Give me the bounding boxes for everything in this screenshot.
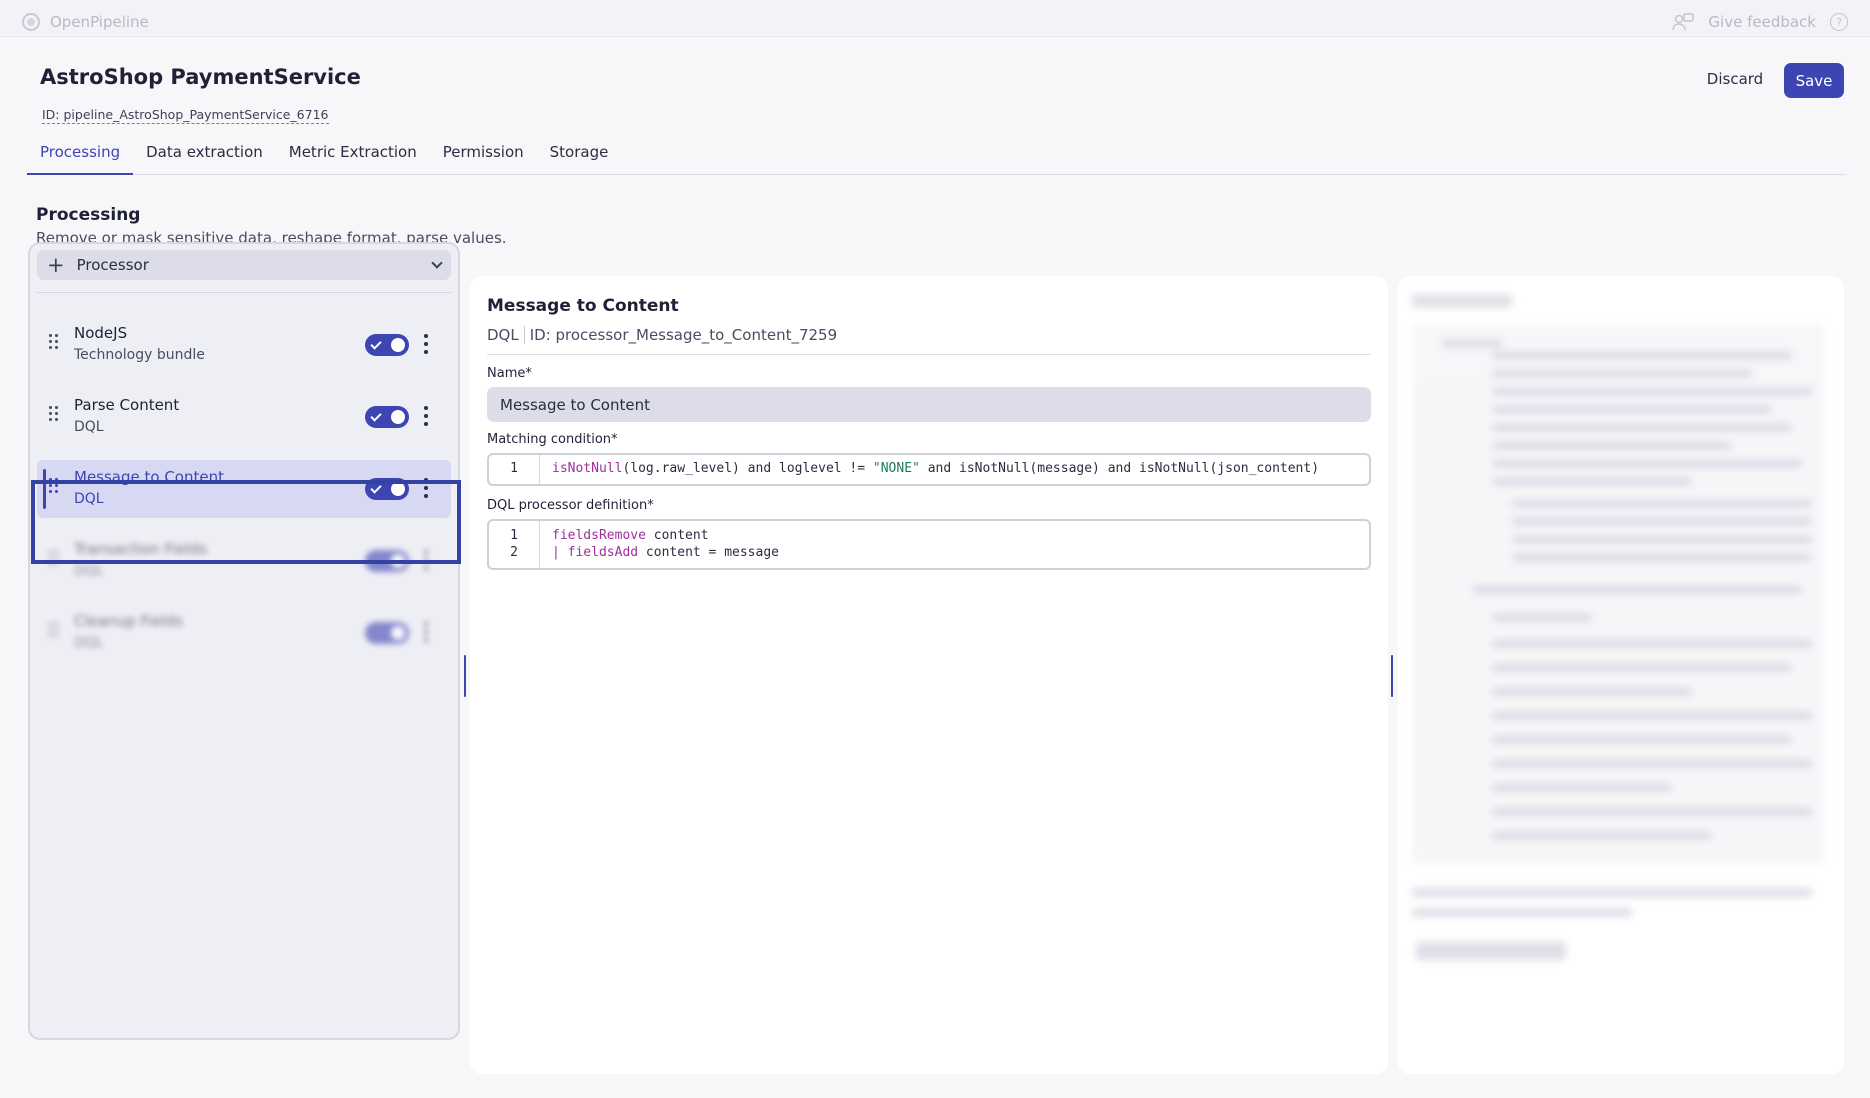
more-options-icon[interactable]	[423, 406, 429, 428]
feedback-icon[interactable]	[1672, 13, 1695, 31]
code-text: content = message	[638, 545, 779, 560]
processor-item-selected[interactable]: Message to Content DQL	[37, 460, 451, 518]
processor-type: DQL	[74, 491, 104, 507]
more-options-icon[interactable]	[423, 334, 429, 356]
tab-metric-extraction[interactable]: Metric Extraction	[276, 137, 430, 175]
code-line: 1 fieldsRemove content	[489, 528, 1369, 545]
selection-indicator	[43, 469, 46, 509]
more-options-icon[interactable]	[423, 622, 429, 644]
code-text: content	[645, 528, 709, 543]
detail-meta: DQL ID: processor_Message_to_Content_725…	[487, 326, 837, 344]
save-button[interactable]: Save	[1784, 63, 1844, 98]
drag-handle-icon[interactable]	[49, 550, 59, 568]
sample-preview-panel	[1398, 276, 1844, 1074]
section-title: Processing	[36, 205, 141, 225]
name-input[interactable]	[487, 387, 1371, 422]
line-number: 1	[510, 528, 518, 543]
processor-name: Message to Content	[74, 468, 224, 486]
processor-item[interactable]: Parse Content DQL	[37, 388, 451, 446]
preview-button-placeholder	[1416, 942, 1566, 960]
help-icon[interactable]: ?	[1830, 13, 1848, 31]
processor-type: Technology bundle	[74, 347, 205, 363]
divider	[37, 292, 451, 293]
preview-title-placeholder	[1412, 294, 1512, 308]
add-processor-label: Processor	[76, 256, 149, 274]
dql-definition-editor[interactable]: 1 fieldsRemove content 2 | fieldsAdd con…	[487, 519, 1371, 570]
processor-type: DQL	[74, 635, 104, 651]
matching-condition-editor[interactable]: 1 isNotNull(log.raw_level) and loglevel …	[487, 453, 1371, 486]
code-text: (log.raw_level) and loglevel !=	[622, 461, 873, 476]
divider	[487, 354, 1371, 355]
plus-icon: +	[47, 252, 65, 277]
tab-storage[interactable]: Storage	[537, 137, 622, 175]
tab-processing[interactable]: Processing	[27, 137, 134, 175]
resize-handle-left[interactable]	[464, 655, 466, 697]
dql-definition-label: DQL processor definition*	[487, 498, 654, 513]
preview-note-placeholder	[1412, 908, 1632, 917]
processor-kind: DQL	[487, 326, 519, 344]
meta-separator	[523, 326, 525, 344]
processor-name: NodeJS	[74, 324, 128, 342]
chevron-down-icon	[431, 257, 443, 269]
code-function: isNotNull	[552, 461, 623, 476]
enable-toggle[interactable]	[365, 550, 409, 572]
processor-name: Cleanup Fields	[74, 612, 183, 630]
processor-item[interactable]: NodeJS Technology bundle	[37, 316, 451, 374]
resize-handle-right[interactable]	[1391, 655, 1393, 697]
matching-condition-label: Matching condition*	[487, 432, 618, 447]
preview-code-placeholder	[1412, 324, 1824, 864]
code-text: and isNotNull(message) and isNotNull(jso…	[919, 461, 1320, 476]
code-line: 1 isNotNull(log.raw_level) and loglevel …	[489, 461, 1369, 478]
tab-permission[interactable]: Permission	[430, 137, 537, 175]
discard-button[interactable]: Discard	[1696, 62, 1774, 96]
give-feedback-link[interactable]: Give feedback	[1708, 13, 1816, 31]
add-processor-dropdown[interactable]: + Processor	[37, 250, 451, 280]
processor-detail-panel: Message to Content DQL ID: processor_Mes…	[470, 276, 1388, 1074]
enable-toggle[interactable]	[365, 478, 409, 500]
enable-toggle[interactable]	[365, 622, 409, 644]
drag-handle-icon[interactable]	[49, 334, 59, 352]
enable-toggle[interactable]	[365, 334, 409, 356]
detail-title: Message to Content	[487, 296, 679, 316]
preview-note-placeholder	[1412, 888, 1812, 897]
name-label: Name*	[487, 366, 532, 381]
processor-list-panel: + Processor NodeJS Technology bundle Par…	[28, 242, 460, 1040]
line-number: 1	[510, 461, 518, 476]
tab-data-extraction[interactable]: Data extraction	[133, 137, 276, 175]
app-logo-icon	[22, 13, 40, 31]
drag-handle-icon[interactable]	[49, 406, 59, 424]
processor-name: Parse Content	[74, 396, 180, 414]
page-title: AstroShop PaymentService	[40, 65, 361, 89]
enable-toggle[interactable]	[365, 406, 409, 428]
pipeline-id[interactable]: ID: pipeline_AstroShop_PaymentService_67…	[42, 107, 329, 124]
processor-name: Transaction Fields	[74, 540, 208, 558]
processor-type: DQL	[74, 419, 104, 435]
more-options-icon[interactable]	[423, 550, 429, 572]
code-keyword: fieldsAdd	[567, 545, 639, 560]
code-line: 2 | fieldsAdd content = message	[489, 545, 1369, 562]
tab-bar: Processing Data extraction Metric Extrac…	[27, 137, 1845, 175]
drag-handle-icon[interactable]	[49, 622, 59, 640]
processor-item[interactable]: Cleanup Fields DQL	[37, 604, 451, 662]
processor-type: DQL	[74, 563, 104, 579]
line-number: 2	[510, 545, 518, 560]
more-options-icon[interactable]	[423, 478, 429, 500]
processor-id: ID: processor_Message_to_Content_7259	[529, 326, 838, 344]
drag-handle-icon[interactable]	[49, 478, 59, 496]
code-string: "NONE"	[872, 461, 920, 476]
app-name: OpenPipeline	[50, 13, 149, 31]
code-keyword: fieldsRemove	[552, 528, 646, 543]
processor-item[interactable]: Transaction Fields DQL	[37, 532, 451, 590]
